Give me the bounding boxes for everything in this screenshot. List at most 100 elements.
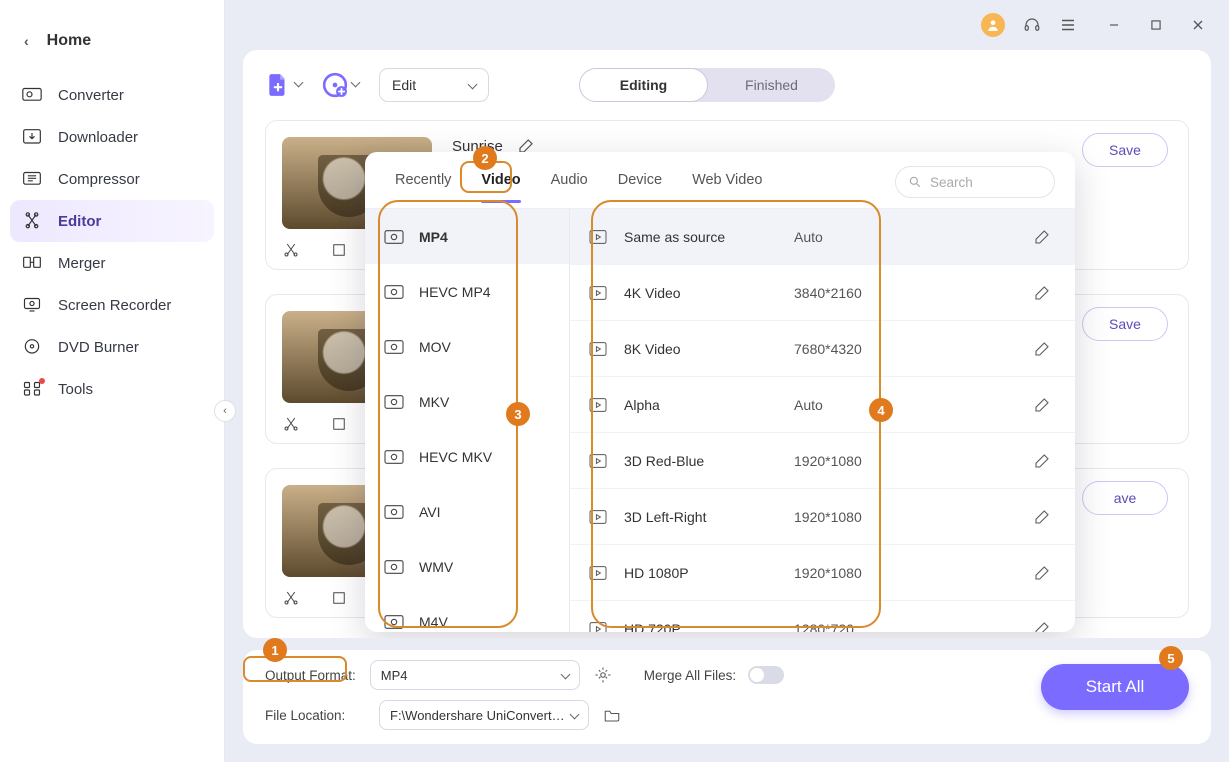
- format-item[interactable]: WMV: [365, 539, 569, 594]
- edit-preset-icon[interactable]: [1033, 228, 1051, 246]
- window-close-icon[interactable]: [1189, 16, 1207, 34]
- resolution-item[interactable]: HD 1080P1920*1080: [570, 545, 1075, 601]
- crop-icon[interactable]: [330, 589, 348, 607]
- format-item[interactable]: MKV: [365, 374, 569, 429]
- save-button[interactable]: Save: [1082, 133, 1168, 167]
- sidebar: ‹ Home Converter Downloader Compressor: [0, 0, 225, 762]
- start-all-button[interactable]: Start All: [1041, 664, 1189, 710]
- sidebar-item-editor[interactable]: Editor: [10, 200, 214, 242]
- hamburger-menu-icon[interactable]: [1059, 16, 1077, 34]
- chevron-down-icon: [469, 77, 476, 93]
- resolution-name: 3D Left-Right: [624, 509, 794, 525]
- format-label: MKV: [419, 394, 449, 410]
- resolution-name: HD 720P: [624, 621, 794, 633]
- scissors-icon[interactable]: [282, 415, 300, 433]
- toolbar: Edit Editing Finished: [265, 68, 1189, 102]
- resolution-item[interactable]: 4K Video3840*2160: [570, 265, 1075, 321]
- save-button[interactable]: ave: [1082, 481, 1168, 515]
- format-label: MP4: [419, 229, 448, 245]
- tools-icon: [22, 380, 42, 398]
- sidebar-item-label: Tools: [58, 381, 93, 398]
- chevron-down-icon: [352, 79, 359, 91]
- edit-preset-icon[interactable]: [1033, 396, 1051, 414]
- tab-finished[interactable]: Finished: [708, 68, 835, 102]
- edit-select-label: Edit: [392, 77, 416, 93]
- file-location-select[interactable]: F:\Wondershare UniConverter 1: [379, 700, 589, 730]
- tab-web-video[interactable]: Web Video: [692, 172, 762, 202]
- tab-device[interactable]: Device: [618, 172, 662, 202]
- chevron-left-icon: ‹: [24, 33, 29, 49]
- titlebar: [225, 0, 1229, 50]
- format-icon: [383, 283, 405, 301]
- sidebar-item-merger[interactable]: Merger: [10, 242, 214, 284]
- search-icon: [908, 175, 922, 189]
- resolution-item[interactable]: 3D Left-Right1920*1080: [570, 489, 1075, 545]
- resolution-size: 1920*1080: [794, 453, 924, 469]
- format-item[interactable]: MP4: [365, 209, 569, 264]
- edit-preset-icon[interactable]: [1033, 284, 1051, 302]
- tab-video[interactable]: Video: [481, 172, 520, 202]
- play-box-icon: [588, 229, 608, 245]
- sidebar-item-tools[interactable]: Tools: [10, 368, 214, 410]
- add-file-button[interactable]: [265, 72, 302, 98]
- gear-icon[interactable]: [594, 666, 612, 684]
- scissors-icon[interactable]: [282, 241, 300, 259]
- merger-icon: [22, 254, 42, 272]
- resolution-item[interactable]: 3D Red-Blue1920*1080: [570, 433, 1075, 489]
- resolution-name: HD 1080P: [624, 565, 794, 581]
- sidebar-item-compressor[interactable]: Compressor: [10, 158, 214, 200]
- output-format-value: MP4: [381, 668, 408, 683]
- resolution-size: Auto: [794, 397, 924, 413]
- format-item[interactable]: HEVC MKV: [365, 429, 569, 484]
- edit-preset-icon[interactable]: [1033, 564, 1051, 582]
- resolution-name: 3D Red-Blue: [624, 453, 794, 469]
- merge-toggle[interactable]: [748, 666, 784, 684]
- resolution-item[interactable]: HD 720P1280*720: [570, 601, 1075, 632]
- home-button[interactable]: ‹ Home: [10, 20, 214, 74]
- sidebar-item-screen-recorder[interactable]: Screen Recorder: [10, 284, 214, 326]
- tab-recently[interactable]: Recently: [395, 172, 451, 202]
- tab-editing[interactable]: Editing: [579, 68, 708, 102]
- sidebar-item-converter[interactable]: Converter: [10, 74, 214, 116]
- resolution-size: 3840*2160: [794, 285, 924, 301]
- format-label: AVI: [419, 504, 441, 520]
- format-item[interactable]: AVI: [365, 484, 569, 539]
- panel-search-input[interactable]: Search: [895, 166, 1055, 198]
- scissors-icon[interactable]: [282, 589, 300, 607]
- folder-open-icon[interactable]: [603, 706, 621, 724]
- resolution-item[interactable]: Same as sourceAuto: [570, 209, 1075, 265]
- edit-select[interactable]: Edit: [379, 68, 489, 102]
- merge-label: Merge All Files:: [644, 668, 736, 683]
- resolution-size: 1920*1080: [794, 565, 924, 581]
- resolution-item[interactable]: 8K Video7680*4320: [570, 321, 1075, 377]
- tab-audio[interactable]: Audio: [551, 172, 588, 202]
- editor-icon: [22, 212, 42, 230]
- format-item[interactable]: MOV: [365, 319, 569, 374]
- window-maximize-icon[interactable]: [1147, 16, 1165, 34]
- edit-preset-icon[interactable]: [1033, 508, 1051, 526]
- format-item[interactable]: M4V: [365, 594, 569, 632]
- window-minimize-icon[interactable]: [1105, 16, 1123, 34]
- headset-icon[interactable]: [1023, 16, 1041, 34]
- save-button[interactable]: Save: [1082, 307, 1168, 341]
- file-location-value: F:\Wondershare UniConverter 1: [390, 708, 571, 723]
- chevron-down-icon: [562, 668, 569, 683]
- sidebar-item-label: Compressor: [58, 171, 140, 188]
- edit-preset-icon[interactable]: [1033, 340, 1051, 358]
- home-label: Home: [47, 32, 91, 50]
- crop-icon[interactable]: [330, 241, 348, 259]
- sidebar-item-downloader[interactable]: Downloader: [10, 116, 214, 158]
- output-format-select[interactable]: MP4: [370, 660, 580, 690]
- format-item[interactable]: HEVC MP4: [365, 264, 569, 319]
- play-box-icon: [588, 565, 608, 581]
- resolution-name: Alpha: [624, 397, 794, 413]
- edit-preset-icon[interactable]: [1033, 620, 1051, 633]
- add-disc-button[interactable]: [322, 72, 359, 98]
- user-avatar-icon[interactable]: [981, 13, 1005, 37]
- resolution-item[interactable]: AlphaAuto: [570, 377, 1075, 433]
- crop-icon[interactable]: [330, 415, 348, 433]
- sidebar-item-dvd-burner[interactable]: DVD Burner: [10, 326, 214, 368]
- sidebar-item-label: Screen Recorder: [58, 297, 171, 314]
- edit-preset-icon[interactable]: [1033, 452, 1051, 470]
- sidebar-collapse-button[interactable]: ‹: [214, 400, 236, 422]
